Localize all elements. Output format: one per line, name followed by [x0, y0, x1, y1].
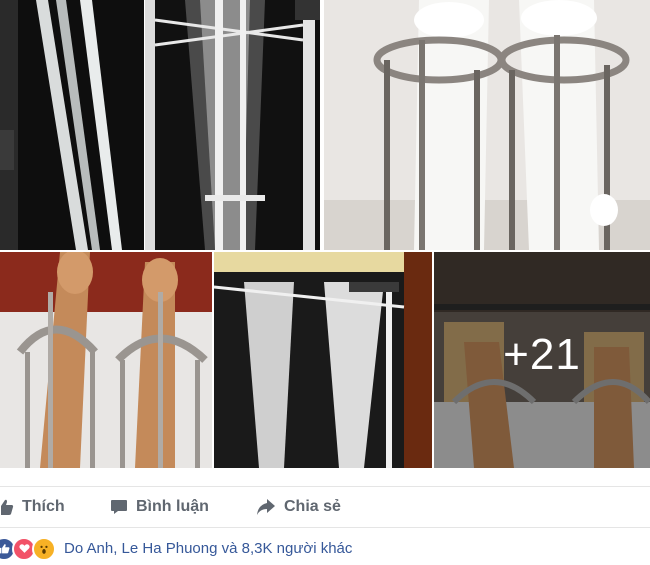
wow-icon — [32, 536, 56, 561]
photo-tile-xray-tibia[interactable] — [214, 252, 432, 468]
comment-label: Bình luận — [136, 498, 209, 515]
share-button[interactable]: Chia sẻ — [256, 487, 341, 527]
share-label: Chia sẻ — [284, 498, 341, 515]
photo-tile-legs-rings[interactable] — [0, 252, 212, 468]
reaction-icons — [0, 536, 56, 561]
post-action-bar: Thích Bình luận Chia sẻ — [0, 486, 650, 528]
thumbs-up-icon — [1, 499, 14, 515]
photo-tile-bandaged-legs[interactable] — [324, 0, 650, 250]
photo-tile-xray-fixator[interactable] — [145, 0, 320, 250]
like-button[interactable]: Thích — [0, 487, 65, 527]
reactions-summary[interactable]: Do Anh, Le Ha Phuong và 8,3K người khác — [0, 532, 650, 565]
photo-tile-hospital-bed[interactable]: +21 — [434, 252, 650, 468]
more-photos-count: +21 — [503, 330, 581, 379]
more-photos-overlay[interactable]: +21 — [434, 252, 650, 468]
share-arrow-icon — [257, 499, 275, 515]
photo-grid: +21 — [0, 0, 650, 483]
like-label: Thích — [22, 498, 65, 515]
comment-button[interactable]: Bình luận — [110, 487, 209, 527]
photo-tile-xray-left[interactable] — [0, 0, 144, 250]
reactions-summary-text[interactable]: Do Anh, Le Ha Phuong và 8,3K người khác — [64, 540, 352, 557]
comment-icon — [111, 500, 127, 514]
